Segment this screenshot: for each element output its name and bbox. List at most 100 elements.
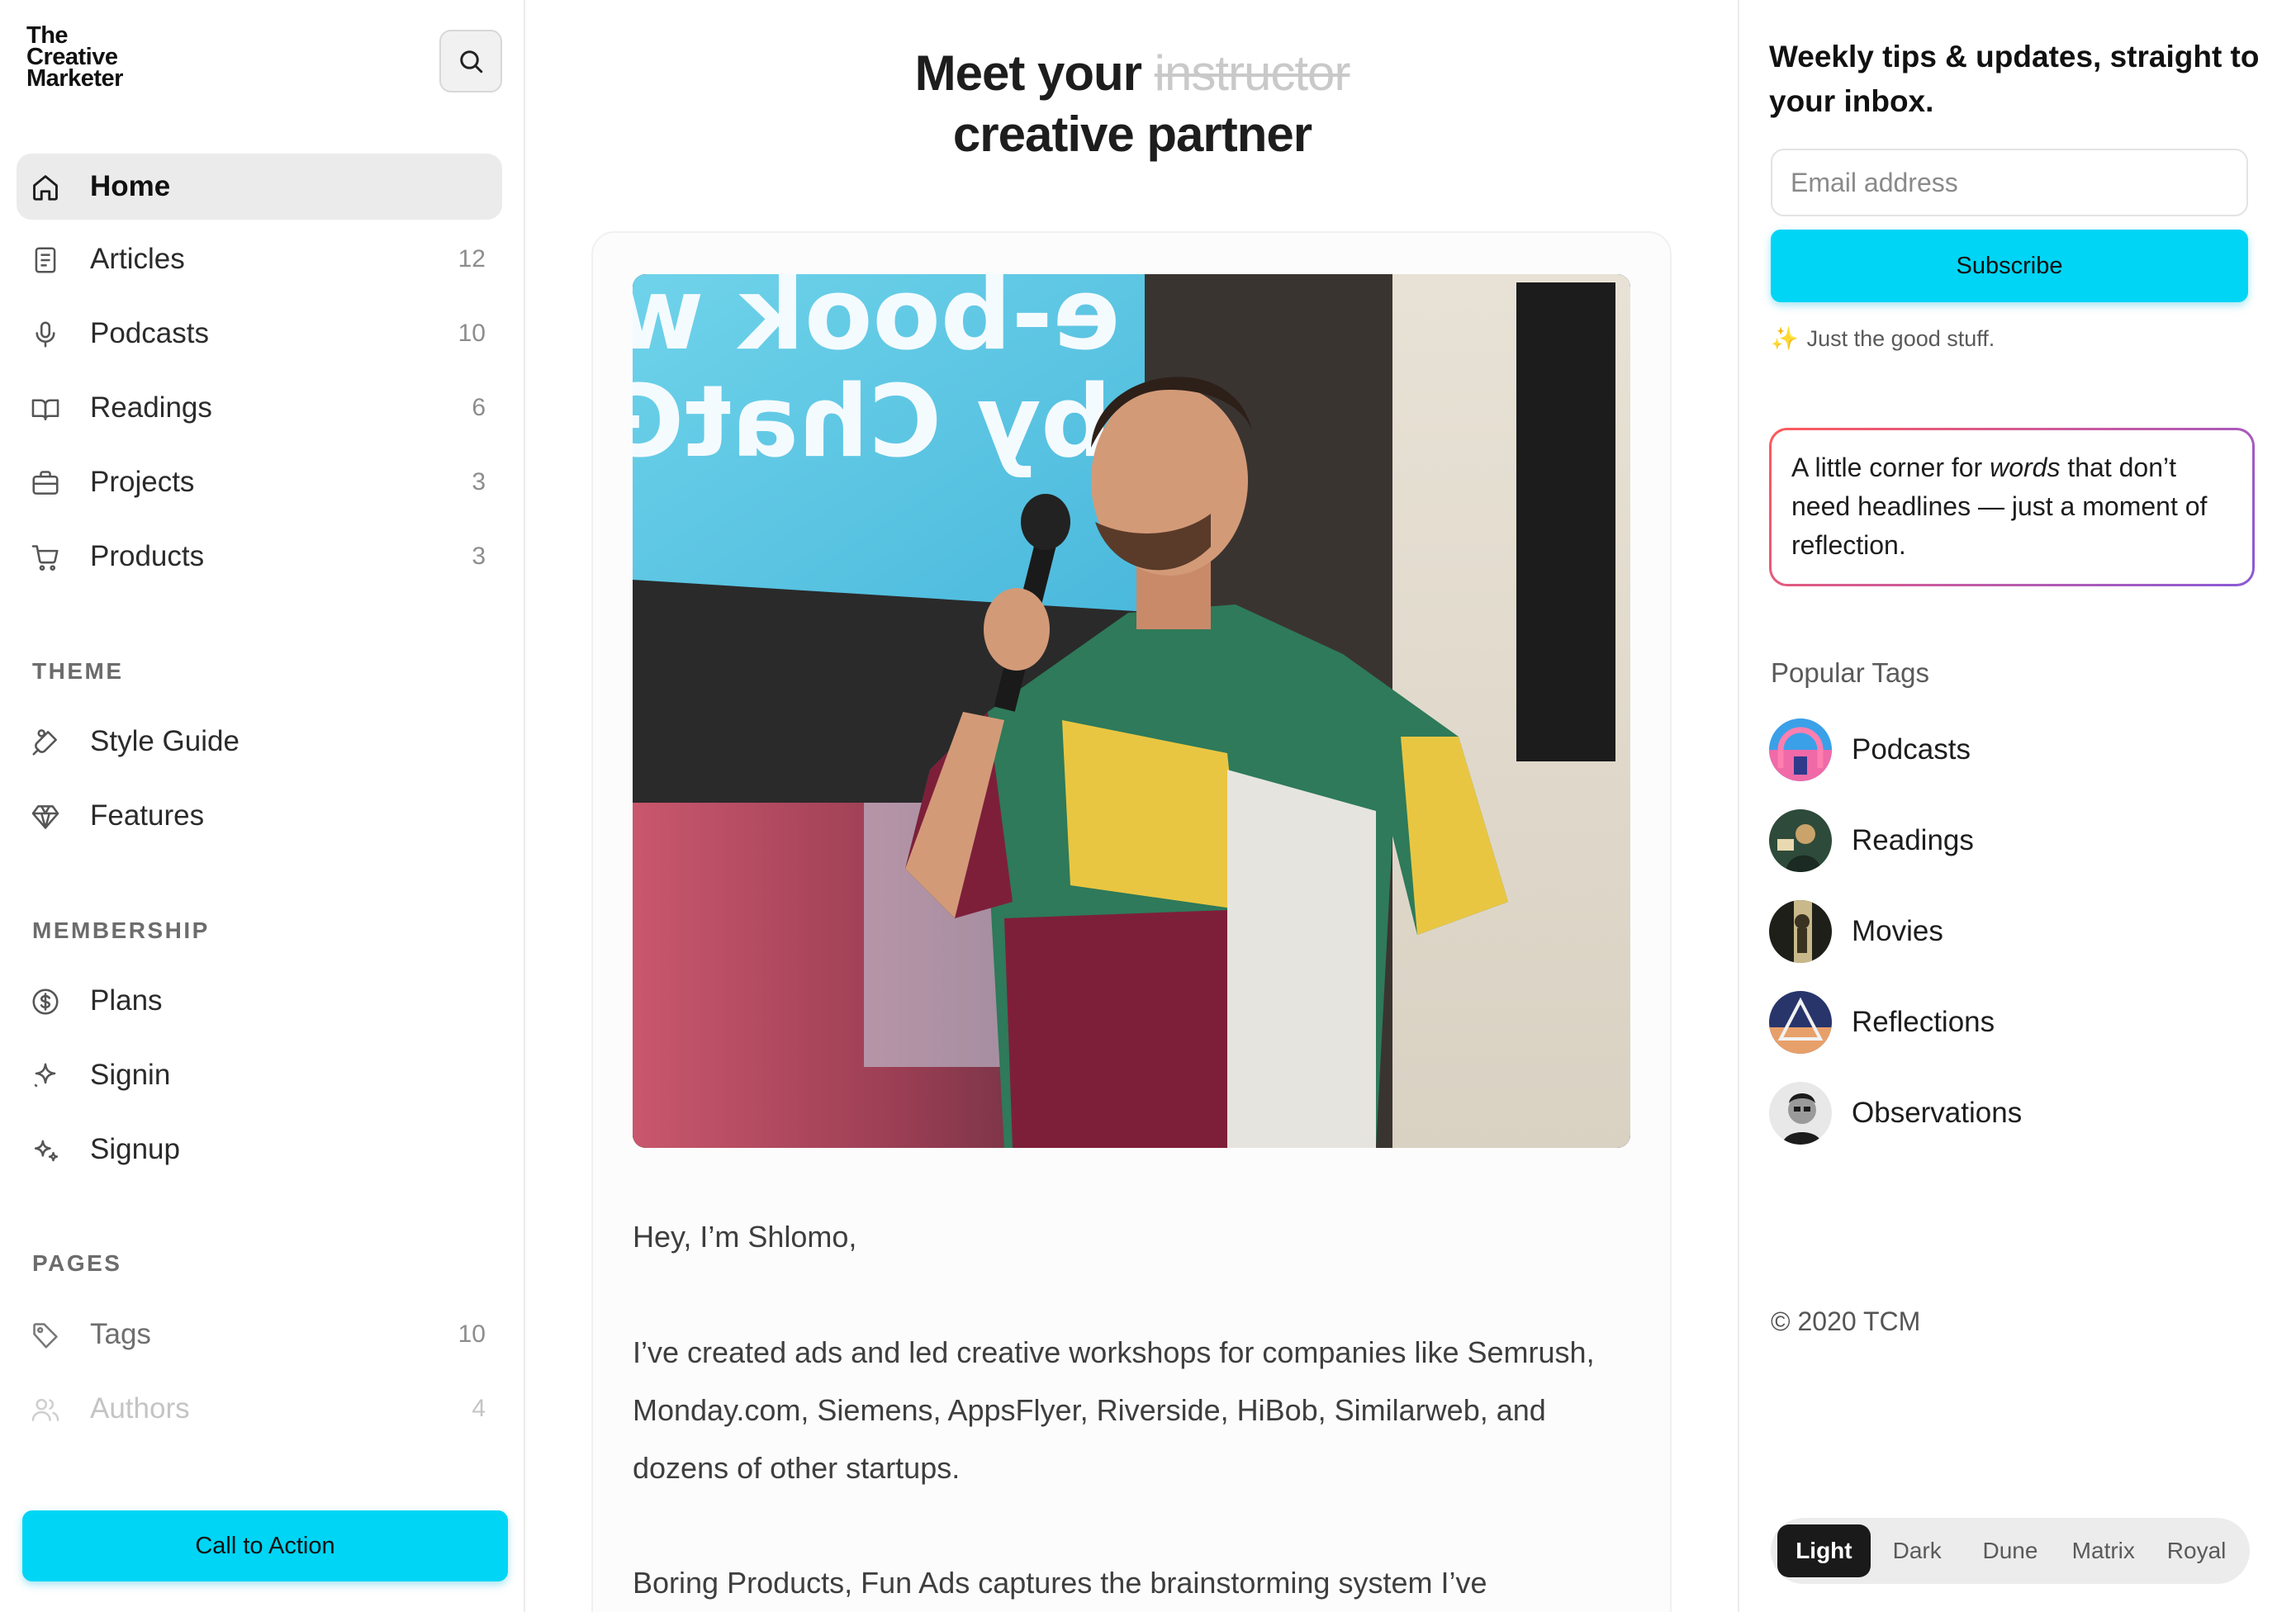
right-sidebar: Weekly tips & updates, straight to your … xyxy=(1738,0,2296,1612)
nav-count-authors: 4 xyxy=(472,1395,486,1422)
tag-item-movies[interactable]: Movies xyxy=(1769,898,2232,965)
nav-count-projects: 3 xyxy=(472,468,486,495)
nav-label-style-guide: Style Guide xyxy=(90,725,240,757)
dollar-icon xyxy=(30,986,61,1017)
tag-item-readings[interactable]: Readings xyxy=(1769,808,2232,874)
tag-label-reflections: Reflections xyxy=(1852,1006,1995,1038)
book-icon xyxy=(30,393,61,424)
main-content: Meet your instructor creative partner e-… xyxy=(525,0,1739,1612)
diamond-icon xyxy=(30,801,61,832)
tag-item-reflections[interactable]: Reflections xyxy=(1769,989,2232,1055)
popular-tags-title: Popular Tags xyxy=(1771,657,1930,688)
nav-item-tags[interactable]: Tags 10 xyxy=(17,1301,502,1368)
theme-option-royal[interactable]: Royal xyxy=(2150,1524,2243,1577)
nav-label-plans: Plans xyxy=(90,984,163,1017)
nav-count-products: 3 xyxy=(472,543,486,570)
search-icon xyxy=(460,50,483,73)
nav-label-articles: Articles xyxy=(90,243,185,275)
document-icon xyxy=(30,244,61,276)
nav-item-authors[interactable]: Authors 4 xyxy=(17,1376,502,1442)
nav-label-products: Products xyxy=(90,540,205,572)
nav-item-style-guide[interactable]: Style Guide xyxy=(17,709,502,775)
section-title-membership: MEMBERSHIP xyxy=(32,917,210,943)
nav-label-tags: Tags xyxy=(90,1318,151,1350)
tag-avatar-observations xyxy=(1769,1082,1832,1145)
reflection-quote-box: A little corner for words that don’t nee… xyxy=(1769,428,2255,586)
newsletter-note: ✨ Just the good stuff. xyxy=(1771,325,1995,352)
sidebar: The Creative Marketer Home Articles 12 P… xyxy=(0,0,525,1612)
speaker-photo: e-book w by ChatG xyxy=(633,274,1630,1148)
nav-item-products[interactable]: Products 3 xyxy=(17,524,502,590)
theme-option-light[interactable]: Light xyxy=(1777,1524,1871,1577)
nav-item-features[interactable]: Features xyxy=(17,783,502,849)
nav-label-home: Home xyxy=(90,170,171,202)
nav-item-projects[interactable]: Projects 3 xyxy=(17,449,502,515)
tag-item-podcasts[interactable]: Podcasts xyxy=(1769,717,2232,783)
photo-sign-line-2: by ChatG xyxy=(633,365,1112,480)
copyright-text: © 2020 TCM xyxy=(1771,1306,1921,1336)
photo-sign-line-1: e-book w xyxy=(633,274,1120,372)
nav-item-podcasts[interactable]: Podcasts 10 xyxy=(17,301,502,367)
nav-label-signup: Signup xyxy=(90,1133,180,1165)
theme-option-dark[interactable]: Dark xyxy=(1871,1524,1964,1577)
home-icon xyxy=(30,172,61,203)
tag-icon xyxy=(30,1320,61,1351)
nav-label-podcasts: Podcasts xyxy=(90,317,209,349)
nav-label-signin: Signin xyxy=(90,1059,171,1091)
nav-label-projects: Projects xyxy=(90,466,195,498)
sparkle-icon xyxy=(30,1060,61,1092)
microphone-icon xyxy=(30,319,61,350)
subscribe-button[interactable]: Subscribe xyxy=(1771,230,2248,302)
nav-item-readings[interactable]: Readings 6 xyxy=(17,375,502,441)
nav-count-tags: 10 xyxy=(458,1320,486,1348)
section-title-pages: PAGES xyxy=(32,1250,122,1276)
intro-paragraph-1: Hey, I’m Shlomo, xyxy=(633,1220,857,1254)
heading-line-2: creative partner xyxy=(952,107,1312,162)
tag-avatar-movies xyxy=(1769,900,1832,963)
nav-label-readings: Readings xyxy=(90,391,212,424)
reflection-quote-text: A little corner for words that don’t nee… xyxy=(1772,430,2252,584)
briefcase-icon xyxy=(30,467,61,499)
theme-switcher: Light Dark Dune Matrix Royal xyxy=(1771,1518,2250,1584)
tag-avatar-reflections xyxy=(1769,991,1832,1054)
intro-paragraph-2: I’ve created ads and led creative worksh… xyxy=(633,1335,1595,1485)
nav-item-home[interactable]: Home xyxy=(17,154,502,220)
tag-item-observations[interactable]: Observations xyxy=(1769,1080,2232,1146)
intro-paragraph-3: Boring Products, Fun Ads captures the br… xyxy=(633,1566,1487,1600)
nav-count-readings: 6 xyxy=(472,394,486,421)
theme-option-matrix[interactable]: Matrix xyxy=(2056,1524,2150,1577)
page-heading: Meet your instructor creative partner xyxy=(525,43,1739,165)
search-button[interactable] xyxy=(439,30,502,92)
newsletter-note-text: Just the good stuff. xyxy=(1806,326,1995,351)
nav-item-signup[interactable]: Signup xyxy=(17,1117,502,1183)
site-logo[interactable]: The Creative Marketer xyxy=(26,24,183,92)
section-title-theme: THEME xyxy=(32,658,124,684)
nav-count-articles: 12 xyxy=(458,245,486,273)
sparkle-emoji-icon: ✨ xyxy=(1771,326,1799,351)
tag-label-observations: Observations xyxy=(1852,1097,2023,1129)
newsletter-title: Weekly tips & updates, straight to your … xyxy=(1769,40,2260,118)
logo-line-3: Marketer xyxy=(26,65,123,92)
users-icon xyxy=(30,1394,61,1425)
tag-label-readings: Readings xyxy=(1852,824,1974,856)
tag-avatar-podcasts xyxy=(1769,718,1832,781)
cart-icon xyxy=(30,542,61,573)
sparkles-icon xyxy=(30,1135,61,1166)
call-to-action-button[interactable]: Call to Action xyxy=(22,1510,508,1581)
theme-option-dune[interactable]: Dune xyxy=(1964,1524,2057,1577)
email-field[interactable] xyxy=(1771,149,2248,216)
brush-icon xyxy=(30,727,61,758)
nav-item-signin[interactable]: Signin xyxy=(17,1042,502,1108)
quote-text-before: A little corner for xyxy=(1791,453,1990,482)
tag-label-podcasts: Podcasts xyxy=(1852,733,1971,766)
tag-avatar-readings xyxy=(1769,809,1832,872)
tag-label-movies: Movies xyxy=(1852,915,1943,947)
heading-struck-word: instructor xyxy=(1154,45,1351,101)
nav-label-authors: Authors xyxy=(90,1392,190,1425)
nav-count-podcasts: 10 xyxy=(458,320,486,347)
nav-item-articles[interactable]: Articles 12 xyxy=(17,226,502,292)
nav-item-plans[interactable]: Plans xyxy=(17,968,502,1034)
heading-prefix: Meet your xyxy=(914,45,1142,101)
quote-text-emphasis: words xyxy=(1990,453,2061,482)
nav-label-features: Features xyxy=(90,799,205,832)
